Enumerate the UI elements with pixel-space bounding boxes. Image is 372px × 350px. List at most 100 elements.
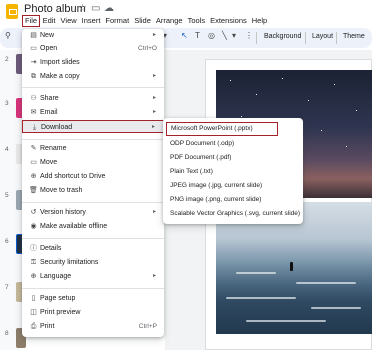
file-menu-dropdown: ▤ New ▸ ▭ Open Ctrl+O ⇥ Import slides ⧉ …: [22, 29, 164, 337]
menu-divider: [22, 87, 164, 88]
preview-icon: ◫: [30, 309, 37, 316]
menu-item-label: Make available offline: [40, 223, 108, 230]
download-jpg[interactable]: JPEG image (.jpg, current slide): [163, 179, 303, 193]
star-icon[interactable]: ☆: [78, 3, 87, 14]
menu-item-rename[interactable]: ✎ Rename: [22, 142, 164, 155]
chevron-down-icon[interactable]: ▾: [232, 31, 236, 40]
menu-view[interactable]: View: [58, 15, 79, 27]
menu-item-make-available-offline[interactable]: ◉ Make available offline: [22, 220, 164, 233]
text-box-icon[interactable]: T: [195, 31, 200, 40]
toolbar-divider: [305, 32, 306, 44]
submenu-item-label: ODP Document (.odp): [170, 140, 235, 147]
menu-item-details[interactable]: ⓘ Details: [22, 242, 164, 255]
select-icon[interactable]: ↖: [181, 31, 188, 40]
menu-item-move-to-trash[interactable]: 🗑 Move to trash: [22, 184, 164, 197]
email-icon: ✉: [30, 109, 37, 116]
menu-item-label: Details: [40, 245, 62, 252]
menu-item-page-setup[interactable]: ▯ Page setup: [22, 292, 164, 305]
document-title[interactable]: Photo album: [24, 3, 86, 15]
slide-number: 8: [5, 330, 9, 337]
download-icon: ⤓: [32, 124, 37, 131]
menu-divider: [22, 139, 164, 140]
menu-item-label: Print preview: [40, 309, 81, 316]
person-silhouette: [290, 262, 293, 271]
menu-item-version-history[interactable]: ↺ Version history ▸: [22, 206, 164, 219]
background-button[interactable]: Background: [261, 31, 304, 42]
download-pdf[interactable]: PDF Document (.pdf): [163, 151, 303, 165]
menu-edit[interactable]: Edit: [40, 15, 58, 27]
globe-icon: ⊕: [30, 273, 37, 280]
chevron-right-icon: ▸: [152, 95, 156, 101]
menu-item-make-a-copy[interactable]: ⧉ Make a copy ▸: [22, 70, 164, 83]
download-txt[interactable]: Plain Text (.txt): [163, 165, 303, 179]
chevron-right-icon: ▸: [152, 73, 156, 79]
layout-button[interactable]: Layout: [309, 31, 336, 42]
menu-format[interactable]: Format: [103, 15, 132, 27]
menu-item-label: Security limitations: [40, 259, 99, 266]
slide-number: 3: [5, 100, 9, 107]
menu-item-print-preview[interactable]: ◫ Print preview: [22, 306, 164, 319]
download-svg[interactable]: Scalable Vector Graphics (.svg, current …: [163, 207, 303, 221]
menu-item-label: Open: [40, 45, 58, 52]
menu-slide[interactable]: Slide: [132, 15, 154, 27]
menu-item-language[interactable]: ⊕ Language ▸: [22, 270, 164, 283]
menu-item-label: Move: [40, 159, 58, 166]
menu-arrange[interactable]: Arrange: [153, 15, 185, 27]
folder-icon: ▭: [30, 45, 37, 52]
menu-item-add-shortcut[interactable]: ⊕ Add shortcut to Drive: [22, 170, 164, 183]
line-icon[interactable]: ╲: [222, 31, 227, 40]
rename-icon: ✎: [30, 145, 37, 152]
submenu-item-label: PNG image (.png, current slide): [170, 196, 262, 203]
document-icon: ▤: [30, 32, 37, 39]
menu-item-download[interactable]: ⤓ Download ▸: [22, 120, 164, 133]
menu-tools[interactable]: Tools: [185, 15, 208, 27]
menu-item-security-limitations[interactable]: ⚿ Security limitations: [22, 256, 164, 269]
chevron-right-icon: ▸: [152, 273, 156, 279]
menu-item-open[interactable]: ▭ Open Ctrl+O: [22, 42, 164, 55]
theme-button[interactable]: Theme: [340, 31, 368, 42]
menu-file[interactable]: File: [22, 15, 41, 27]
shape-icon[interactable]: ◎: [208, 31, 215, 40]
trash-icon: 🗑: [29, 187, 38, 194]
slide-number: 7: [5, 284, 9, 291]
search-menus-icon[interactable]: ⚲: [5, 31, 11, 40]
cloud-status-icon[interactable]: ☁: [104, 3, 114, 14]
menu-item-print[interactable]: ⎙ Print Ctrl+P: [22, 320, 164, 333]
menu-item-label: New: [40, 32, 55, 39]
menu-divider: [22, 202, 164, 203]
slides-logo-icon[interactable]: [6, 4, 18, 19]
slide-number: 5: [5, 192, 9, 199]
menu-extensions[interactable]: Extensions: [208, 15, 250, 27]
drive-shortcut-icon: ⊕: [30, 173, 37, 180]
menu-bar: File Edit View Insert Format Slide Arran…: [22, 15, 270, 27]
chevron-right-icon: ▸: [152, 209, 156, 215]
offline-icon: ◉: [30, 223, 37, 230]
move-folder-icon[interactable]: ▭: [91, 3, 100, 14]
more-icon[interactable]: ⋮: [245, 31, 253, 40]
copy-icon: ⧉: [31, 73, 36, 80]
download-png[interactable]: PNG image (.png, current slide): [163, 193, 303, 207]
menu-help[interactable]: Help: [249, 15, 269, 27]
menu-item-label: Print: [40, 323, 55, 330]
chevron-right-icon: ▸: [151, 124, 155, 130]
download-odp[interactable]: ODP Document (.odp): [163, 137, 303, 151]
menu-item-label: Move to trash: [40, 187, 83, 194]
menu-item-email[interactable]: ✉ Email ▸: [22, 106, 164, 119]
slide-number: 6: [5, 238, 9, 245]
shortcut-text: Ctrl+O: [138, 45, 157, 52]
menu-item-label: Add shortcut to Drive: [40, 173, 106, 180]
menu-insert[interactable]: Insert: [79, 15, 103, 27]
toolbar-divider: [256, 32, 257, 44]
chevron-right-icon: ▸: [152, 32, 156, 38]
download-pptx[interactable]: Microsoft PowerPoint (.pptx): [166, 122, 278, 136]
slide-number: 4: [5, 146, 9, 153]
import-icon: ⇥: [30, 59, 37, 66]
submenu-item-label: Plain Text (.txt): [170, 168, 213, 175]
menu-item-new[interactable]: ▤ New ▸: [22, 29, 164, 42]
menu-item-share[interactable]: ⚇ Share ▸: [22, 92, 164, 105]
submenu-item-label: JPEG image (.jpg, current slide): [170, 182, 263, 189]
menu-item-import-slides[interactable]: ⇥ Import slides: [22, 56, 164, 69]
toolbar-divider: [336, 32, 337, 44]
menu-item-label: Share: [40, 95, 59, 102]
menu-item-move[interactable]: ▭ Move: [22, 156, 164, 169]
